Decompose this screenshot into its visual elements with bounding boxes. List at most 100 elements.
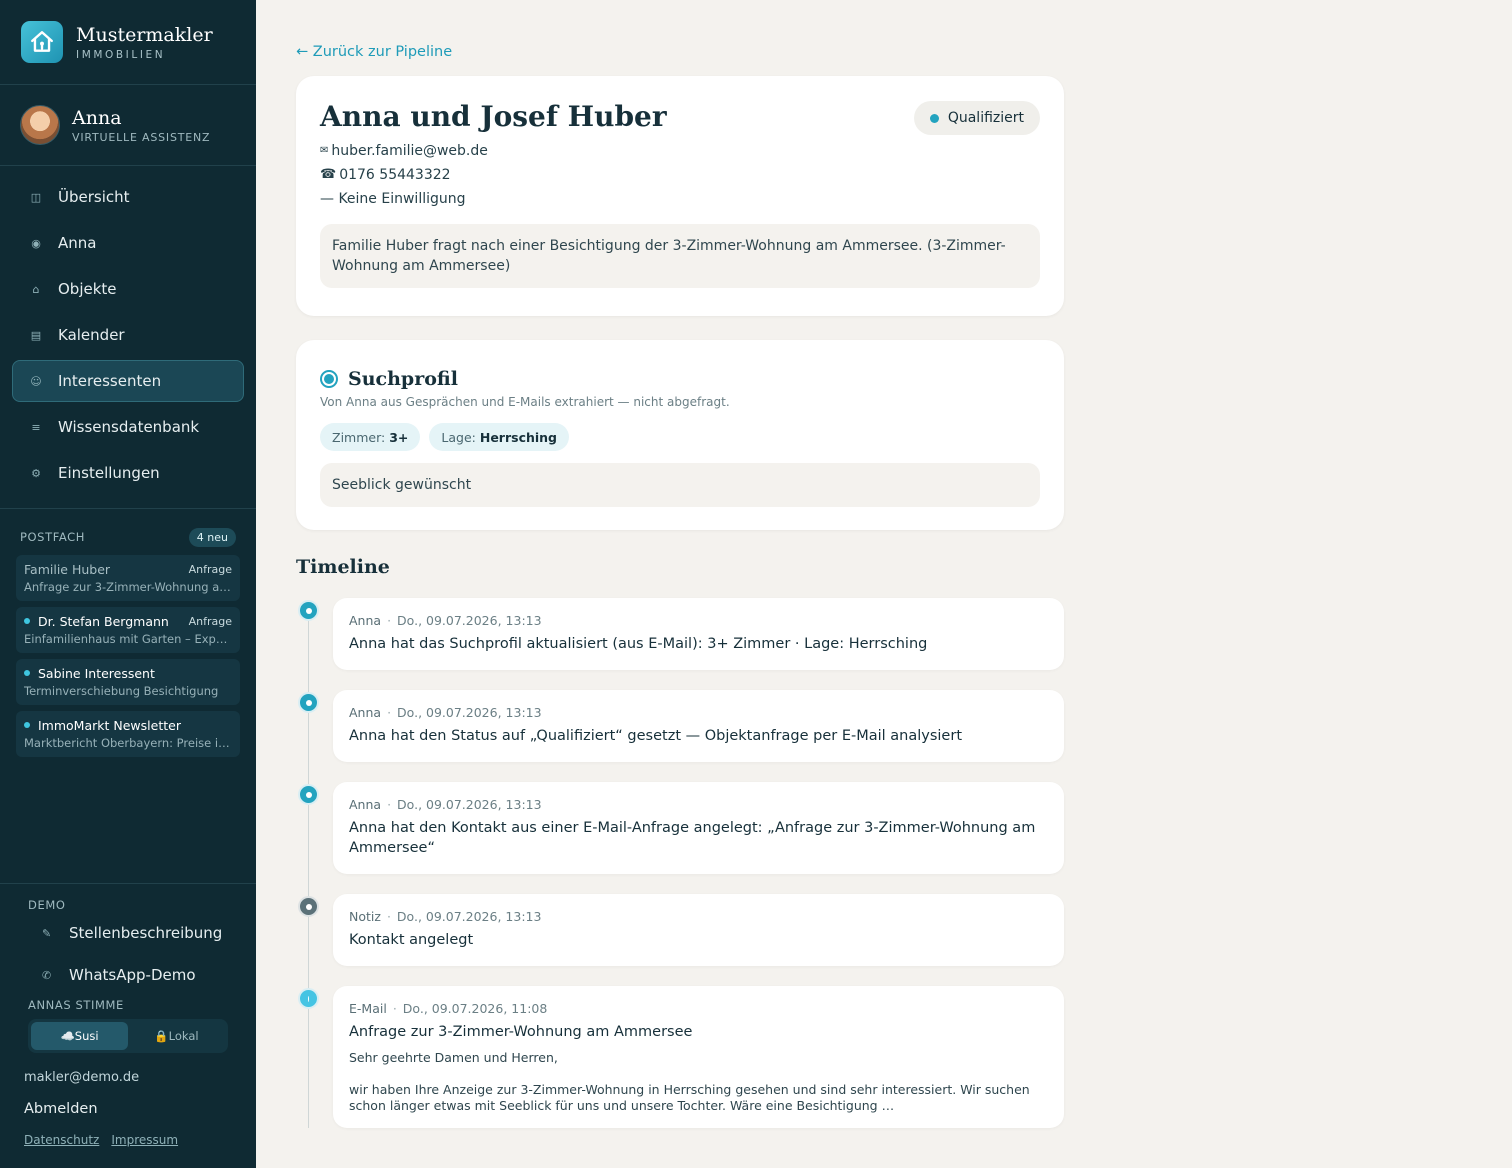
demo-label: WhatsApp-Demo bbox=[69, 966, 196, 984]
voice-option-lokal[interactable]: 🔒Lokal bbox=[128, 1022, 225, 1050]
timeline-card: Notiz · Do., 09.07.2026, 13:13 Kontakt ang… bbox=[333, 894, 1064, 966]
status-dot-icon bbox=[929, 113, 939, 123]
event-source: Anna bbox=[349, 797, 382, 812]
unread-dot-icon bbox=[24, 722, 30, 728]
demo-title: DEMO bbox=[28, 898, 66, 912]
brand[interactable]: Mustermakler IMMOBILIEN bbox=[0, 0, 256, 85]
account-email: makler@demo.de bbox=[24, 1070, 140, 1085]
event-source: Notiz bbox=[349, 909, 381, 924]
nav-label: Kalender bbox=[58, 326, 125, 344]
inbox: POSTFACH 4 neu Familie Huber Anfrage Anf… bbox=[0, 509, 256, 757]
meta-separator: · bbox=[392, 1001, 397, 1016]
event-source: Anna bbox=[349, 613, 382, 628]
sidebar: Mustermakler IMMOBILIEN Anna VIRTUELLE A… bbox=[0, 0, 256, 1168]
chip-value: 3+ bbox=[389, 429, 409, 445]
event-text: Anna hat das Suchprofil aktualisiert (au… bbox=[349, 636, 928, 652]
email-marker-icon bbox=[298, 988, 319, 1009]
contact-card: Anna und Josef Huber Qualifiziert ✉ hube… bbox=[296, 76, 1064, 316]
search-profile-note: Seeblick gewünscht bbox=[320, 463, 1040, 507]
email-excerpt: wir haben Ihre Anzeige zur 3-Zimmer-Wohn… bbox=[349, 1082, 1030, 1113]
assistant-profile: Anna VIRTUELLE ASSISTENZ bbox=[0, 85, 256, 166]
timeline-card: Anna · Do., 09.07.2026, 13:13 Anna hat den… bbox=[333, 782, 1064, 874]
nav-item-wissensdatenbank[interactable]: ≡ Wissensdatenbank bbox=[12, 406, 244, 448]
house-logo-icon bbox=[21, 21, 63, 63]
mail-subject: Anfrage zur 3-Zimmer-Wohnung a… bbox=[24, 580, 231, 594]
calendar-icon: ▤ bbox=[30, 328, 42, 342]
unread-badge: 4 neu bbox=[188, 527, 236, 547]
timeline-card: Anna · Do., 09.07.2026, 13:13 Anna hat den… bbox=[333, 690, 1064, 762]
meta-separator: · bbox=[387, 797, 392, 812]
assistant-marker-icon bbox=[298, 784, 319, 805]
demo-item-whatsapp[interactable]: ✆ WhatsApp-Demo bbox=[0, 954, 256, 996]
demo-item-stellenbeschreibung[interactable]: ✎ Stellenbeschreibung bbox=[0, 912, 256, 954]
list-icon: ≡ bbox=[31, 420, 41, 434]
email-greeting: Sehr geehrte Damen und Herren, bbox=[349, 1050, 558, 1065]
timeline-line bbox=[308, 608, 309, 1128]
mail-sender: ImmoMarkt Newsletter bbox=[38, 717, 181, 733]
nav-item-einstellungen[interactable]: ⚙ Einstellungen bbox=[12, 452, 244, 494]
mail-tag: Anfrage bbox=[188, 562, 232, 576]
timeline-title: Timeline bbox=[296, 556, 390, 578]
imprint-link[interactable]: Impressum bbox=[111, 1133, 178, 1147]
sidebar-footer: DEMO ✎ Stellenbeschreibung ✆ WhatsApp-De… bbox=[0, 883, 256, 1147]
assistant-role: VIRTUELLE ASSISTENZ bbox=[72, 130, 211, 144]
inbox-item[interactable]: Dr. Stefan Bergmann Anfrage Einfamilienh… bbox=[16, 607, 240, 653]
assistant-name: Anna bbox=[72, 106, 122, 129]
mail-sender: Sabine Interessent bbox=[38, 665, 155, 681]
voice-option-susi[interactable]: ☁️Susi bbox=[31, 1022, 128, 1050]
event-source: Anna bbox=[349, 705, 382, 720]
assistant-marker-icon bbox=[298, 692, 319, 713]
email-subject: Anfrage zur 3-Zimmer-Wohnung am Ammersee bbox=[349, 1024, 693, 1040]
inbox-item[interactable]: ImmoMarkt Newsletter Marktbericht Oberba… bbox=[16, 711, 240, 757]
nav-label: Wissensdatenbank bbox=[58, 418, 200, 436]
note-marker-icon bbox=[298, 896, 319, 917]
search-profile-title: Suchprofil bbox=[348, 368, 458, 390]
avatar bbox=[20, 105, 60, 145]
status-badge[interactable]: Qualifiziert bbox=[913, 101, 1040, 135]
house-icon: ⌂ bbox=[32, 282, 40, 296]
brand-subtitle: IMMOBILIEN bbox=[76, 48, 166, 61]
assistant-icon: ◉ bbox=[31, 236, 41, 250]
nav-label: Interessenten bbox=[58, 372, 162, 390]
mail-subject: Terminverschiebung Besichtigung bbox=[24, 684, 219, 698]
meta-separator: · bbox=[386, 909, 391, 924]
dashboard-icon: ◫ bbox=[30, 190, 42, 204]
event-time: Do., 09.07.2026, 13:13 bbox=[397, 797, 542, 812]
nav-item-interessenten[interactable]: ☺ Interessenten bbox=[12, 360, 244, 402]
search-profile-card: Suchprofil Von Anna aus Gesprächen und E… bbox=[296, 340, 1064, 530]
contact-note: Familie Huber fragt nach einer Besichtig… bbox=[320, 224, 1040, 288]
nav-label: Einstellungen bbox=[58, 464, 160, 482]
mail-tag: Anfrage bbox=[188, 614, 232, 628]
inbox-item[interactable]: Familie Huber Anfrage Anfrage zur 3-Zimm… bbox=[16, 555, 240, 601]
assistant-marker-icon bbox=[298, 600, 319, 621]
event-source: E-Mail bbox=[349, 1001, 387, 1016]
nav-item-anna[interactable]: ◉ Anna bbox=[12, 222, 244, 264]
contact-phone[interactable]: 0176 55443322 bbox=[339, 166, 450, 184]
event-time: Do., 09.07.2026, 13:13 bbox=[396, 909, 542, 924]
status-label: Qualifiziert bbox=[947, 110, 1024, 126]
chip-value: Herrsching bbox=[479, 429, 558, 445]
inbox-item[interactable]: Sabine Interessent Terminverschiebung Be… bbox=[16, 659, 240, 705]
chip-key: Zimmer: bbox=[332, 429, 386, 445]
meta-separator: · bbox=[387, 613, 392, 628]
logout-button[interactable]: Abmelden bbox=[0, 1101, 256, 1117]
privacy-link[interactable]: Datenschutz bbox=[24, 1133, 99, 1147]
timeline-card[interactable]: E-Mail · Do., 09.07.2026, 11:08 Anfrage zu… bbox=[333, 986, 1064, 1128]
event-text: Kontakt angelegt bbox=[349, 932, 474, 948]
voice-toggle: ☁️Susi 🔒Lokal bbox=[28, 1019, 228, 1053]
email-body: Sehr geehrte Damen und Herren, wir haben… bbox=[349, 1050, 1048, 1114]
nav-item-objekte[interactable]: ⌂ Objekte bbox=[12, 268, 244, 310]
contact-email[interactable]: huber.familie@web.de bbox=[331, 142, 488, 160]
phone-icon: ✆ bbox=[42, 968, 52, 982]
nav-label: Anna bbox=[58, 234, 97, 252]
nav-item-uebersicht[interactable]: ◫ Übersicht bbox=[12, 176, 244, 218]
target-icon bbox=[320, 370, 338, 388]
nav-item-kalender[interactable]: ▤ Kalender bbox=[12, 314, 244, 356]
back-to-pipeline-link[interactable]: ← Zurück zur Pipeline bbox=[296, 44, 452, 60]
chip-key: Lage: bbox=[441, 429, 476, 445]
consent-status: — Keine Einwilligung bbox=[320, 191, 466, 207]
mail-subject: Marktbericht Oberbayern: Preise im… bbox=[24, 736, 232, 750]
event-time: Do., 09.07.2026, 13:13 bbox=[397, 613, 542, 628]
event-text: Anna hat den Status auf „Qualifiziert“ g… bbox=[349, 728, 963, 744]
pencil-icon: ✎ bbox=[42, 926, 52, 940]
